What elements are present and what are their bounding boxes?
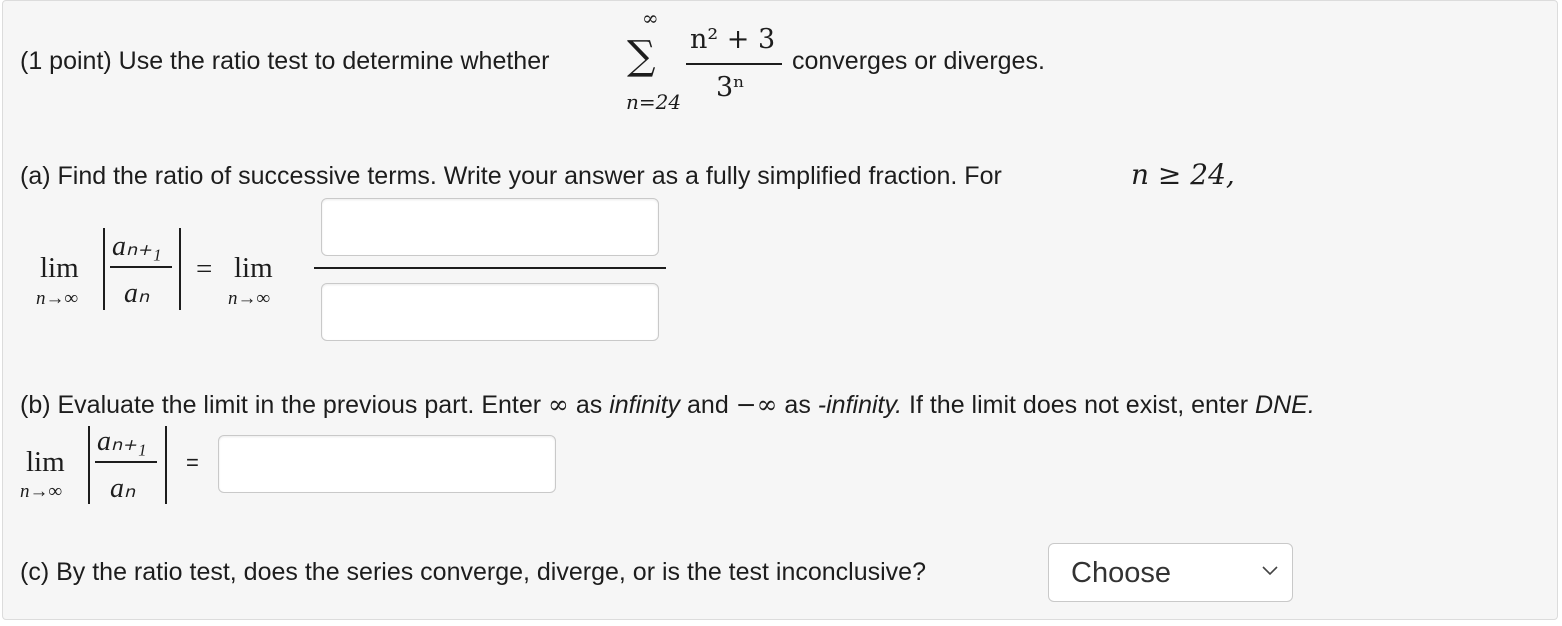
conclusion-select[interactable]: Choose [1048,543,1293,602]
equals-sign: = [196,253,213,285]
ratio-numerator-term: aₙ₊₁ [112,231,162,262]
series-lower-limit: n=24 [626,90,682,114]
series-upper-limit: ∞ [642,6,659,30]
problem-panel [2,0,1558,620]
lim-label: lim [40,252,79,284]
lim-subscript-b: n→∞ [20,481,63,502]
ratio-bar-b [95,461,157,463]
ratio-numerator-term-b: aₙ₊₁ [97,426,147,457]
part-b-prefix: (b) Evaluate the limit in the previous p… [20,391,542,419]
part-a-condition: n ≥ 24, [1131,158,1235,191]
conclusion-select-value: Choose [1071,557,1171,589]
part-c-question: (c) By the ratio test, does the series c… [20,558,926,586]
neg-infinity-keyword: -infinity. [817,391,903,419]
abs-bar-right-b [165,426,167,504]
infinity-keyword: infinity [609,391,681,419]
abs-bar-right [179,228,181,310]
abs-bar-left-b [88,426,90,504]
problem-outro: converges or diverges. [792,47,1045,75]
denominator-input[interactable] [321,283,659,341]
lim-label-b: lim [26,446,65,478]
lim-subscript: n→∞ [36,288,79,309]
lim-label-right: lim [234,252,273,284]
part-b-as: as [575,391,603,419]
neg-infinity-symbol: −∞ [735,390,778,419]
numerator-input[interactable] [321,198,659,256]
limit-answer-input[interactable] [218,435,556,493]
problem-intro: (1 point) Use the ratio test to determin… [20,47,550,75]
chevron-down-icon [1262,566,1278,576]
part-a-instructions: (a) Find the ratio of successive terms. … [20,162,1002,190]
series-fraction-bar [686,63,782,65]
equals-sign-b: = [186,450,199,475]
ratio-denominator-term-b: aₙ [110,473,136,504]
series-numerator: n² + 3 [690,24,776,55]
infinity-symbol: ∞ [548,390,569,419]
answer-fraction-bar [314,267,666,269]
series-denominator: 3ⁿ [716,72,745,103]
ratio-denominator-term: aₙ [124,278,150,309]
part-b-instructions: (b) Evaluate the limit in the previous p… [20,390,1315,420]
abs-bar-left [103,228,105,310]
dne-keyword: DNE. [1255,391,1315,419]
ratio-bar [110,266,172,268]
sigma-symbol: ∑ [627,33,656,79]
part-b-as-2: as [784,391,811,419]
part-b-mid: If the limit does not exist, enter [909,391,1249,419]
lim-subscript-right: n→∞ [228,288,271,309]
part-b-and: and [687,391,729,419]
